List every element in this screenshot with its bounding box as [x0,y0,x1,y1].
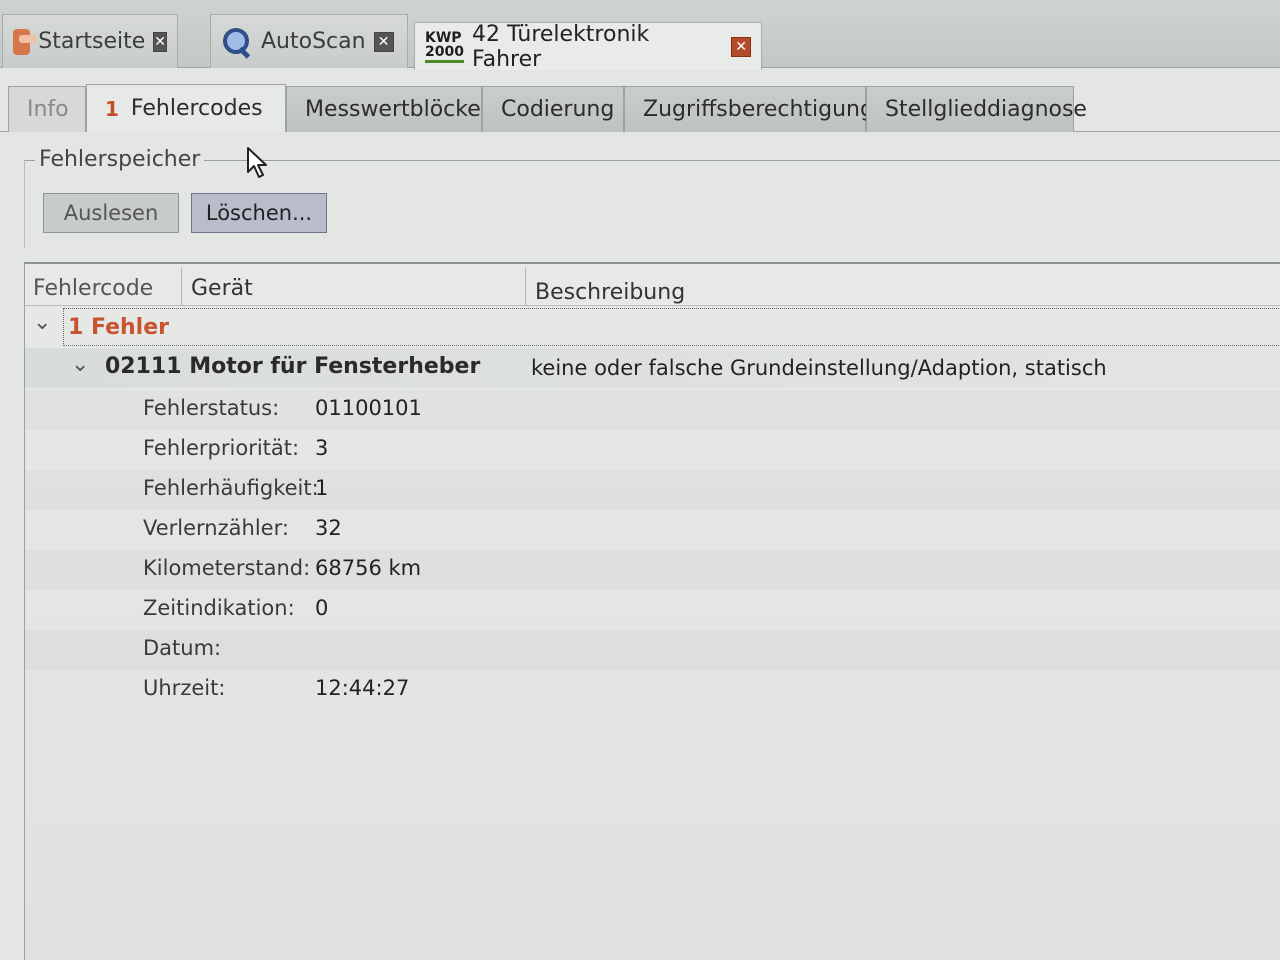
detail-label: Uhrzeit: [143,676,226,700]
table-row[interactable]: ⌄ 02111 Motor für Fensterheber keine ode… [25,348,1280,388]
detail-row-time-indication[interactable]: Zeitindikation: 0 [25,590,1280,630]
module-tab-bar: Info 1 Fehlercodes Messwertblöcke Codier… [0,84,1280,132]
tab-label: Info [27,97,69,122]
document-tab-bar: Startseite ✕ AutoScan ✕ KWP 2000 42 Türel… [0,0,1280,72]
kwp-icon: KWP 2000 [425,31,464,63]
detail-value: 0 [315,596,329,620]
tab-label: Codierung [501,97,615,122]
close-icon[interactable]: ✕ [153,31,167,52]
delete-button[interactable]: Löschen... [191,193,327,233]
detail-label: Fehlerstatus: [143,396,280,420]
magnifier-icon [221,26,253,58]
group-title: Fehlerspeicher [35,147,205,172]
tab-label: 42 Türelektronik Fahrer [471,21,650,72]
detail-row-status[interactable]: Fehlerstatus: 01100101 [25,390,1280,430]
fault-group-row[interactable]: 1 Fehler [63,308,1280,346]
detail-label: Verlernzähler: [143,516,289,540]
tab-autoscan[interactable]: AutoScan ✕ [210,14,408,68]
column-separator[interactable] [525,268,526,306]
tab-fehlercodes[interactable]: 1 Fehlercodes [86,84,286,132]
tab-stellglieddiagnose[interactable]: Stellglieddiagnose [866,86,1087,132]
tab-label: Startseite [38,29,146,54]
tab-label: Messwertblöcke [305,97,481,122]
table-header: Fehlercode Gerät Beschreibung [25,264,1280,306]
detail-row-frequency[interactable]: Fehlerhäufigkeit: 1 [25,470,1280,510]
tab-label: AutoScan [261,29,366,54]
tab-label: Stellglieddiagnose [885,97,1087,122]
detail-label: Fehlerpriorität: [143,436,300,460]
tab-tuerelektronik-fahrer[interactable]: KWP 2000 42 Türelektronik Fahrer ✕ [414,21,762,72]
mouse-cursor-icon [247,147,267,178]
detail-value: 01100101 [315,396,422,420]
detail-value: 32 [315,516,342,540]
tab-messwertbloecke[interactable]: Messwertblöcke [286,86,482,132]
column-separator[interactable] [181,268,182,306]
tab-info[interactable]: Info [8,86,86,132]
column-header-geraet[interactable]: Gerät [191,270,253,306]
detail-value: 1 [315,476,329,500]
fault-memory-group: Fehlerspeicher Auslesen Löschen... [24,147,1280,248]
close-icon[interactable]: ✕ [373,31,394,52]
car-icon [13,28,38,55]
fault-group-label: 1 Fehler [68,314,169,340]
fault-description: keine oder falsche Grundeinstellung/Adap… [531,356,1107,380]
tab-label: Fehlercodes [130,96,263,121]
detail-label: Datum: [143,636,222,660]
column-header-fehlercode[interactable]: Fehlercode [33,270,153,306]
read-button[interactable]: Auslesen [43,193,179,233]
fault-count-badge: 1 [105,96,119,121]
fault-code-device: 02111 Motor für Fensterheber [105,354,481,379]
fault-table: Fehlercode Gerät Beschreibung ⌄ 1 Fehler… [24,262,1280,960]
detail-label: Kilometerstand: [143,556,311,580]
detail-value: 68756 km [315,556,422,580]
column-header-beschreibung[interactable]: Beschreibung [535,274,685,310]
tab-startseite[interactable]: Startseite ✕ [2,14,178,68]
close-icon[interactable]: ✕ [731,36,751,57]
tab-label: Zugriffsberechtigung [643,97,874,122]
detail-value: 12:44:27 [315,676,410,700]
detail-row-time[interactable]: Uhrzeit: 12:44:27 [25,670,1280,710]
chevron-down-icon[interactable]: ⌄ [71,352,89,377]
detail-row-date[interactable]: Datum: [25,630,1280,670]
detail-row-priority[interactable]: Fehlerpriorität: 3 [25,430,1280,470]
tab-zugriffsberechtigung[interactable]: Zugriffsberechtigung [624,86,874,132]
detail-label: Fehlerhäufigkeit: [143,476,319,500]
detail-value: 3 [315,436,329,460]
chevron-down-icon[interactable]: ⌄ [33,310,51,335]
detail-row-mileage[interactable]: Kilometerstand: 68756 km [25,550,1280,590]
detail-label: Zeitindikation: [143,596,295,620]
tab-codierung[interactable]: Codierung [482,86,624,132]
fault-details: Fehlerstatus: 01100101 Fehlerpriorität: … [25,390,1280,714]
detail-row-unlearn-counter[interactable]: Verlernzähler: 32 [25,510,1280,550]
